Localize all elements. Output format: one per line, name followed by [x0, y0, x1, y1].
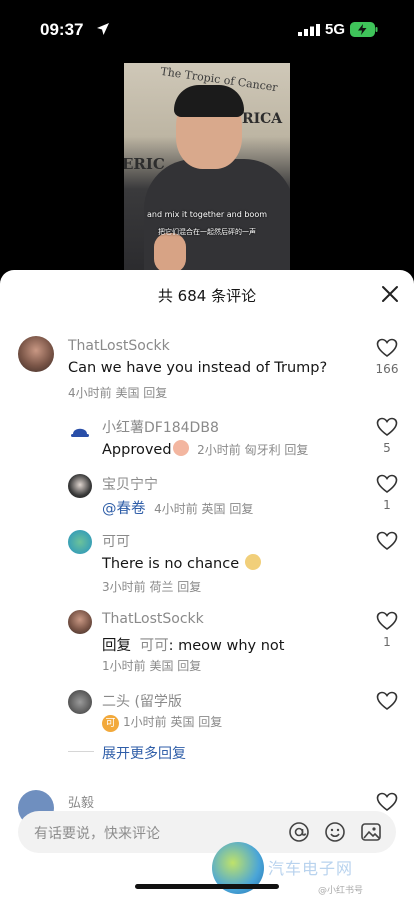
avatar[interactable] [68, 690, 92, 714]
like-count: 1 [383, 498, 391, 512]
heart-icon[interactable] [376, 691, 398, 711]
heart-icon[interactable] [376, 611, 398, 631]
comment-sheet: 共 684 条评论 ThatLostSockk Can we have you … [0, 270, 414, 898]
comment-author[interactable]: 可可 [102, 531, 130, 551]
comment-author[interactable]: 小红薯DF184DB8 [102, 417, 219, 437]
reply-prefix: 回复 [102, 638, 131, 654]
heart-icon[interactable] [376, 417, 398, 437]
comment-text[interactable]: There is no chance [102, 554, 262, 572]
status-bar: 09:37 5G [0, 0, 414, 60]
close-icon[interactable] [380, 284, 400, 304]
heart-icon[interactable] [376, 792, 398, 812]
comment-meta[interactable]: 1小时前 美国 回复 [102, 657, 201, 674]
comment-author[interactable]: 宝贝宁宁 [102, 474, 158, 494]
comment-input[interactable]: 有话要说，快来评论 [18, 811, 396, 853]
watermark-handle: @小红书号 [318, 886, 364, 896]
avatar[interactable] [18, 336, 54, 372]
avatar[interactable] [68, 418, 92, 442]
home-indicator[interactable] [135, 884, 279, 889]
comment-text[interactable]: Can we have you instead of Trump? [68, 360, 327, 376]
heart-icon[interactable] [376, 338, 398, 358]
battery-icon [350, 22, 378, 37]
divider [68, 751, 94, 752]
like-count: 5 [383, 441, 391, 455]
comment-author[interactable]: 弘毅 [68, 792, 94, 811]
emoji-icon [245, 554, 262, 570]
like-count: 1 [383, 635, 391, 649]
at-icon[interactable] [288, 821, 310, 843]
comment-text-content: Approved [102, 442, 172, 458]
heart-icon[interactable] [376, 474, 398, 494]
comment-meta[interactable]: 4小时前 英国 回复 [154, 502, 253, 516]
expand-more-replies-button[interactable]: 展开更多回复 [102, 743, 186, 763]
video-subtitle-zh: 把它们混合在一起然后砰的一声 [158, 228, 256, 236]
comment-text[interactable]: 可 1小时前 英国 回复 [102, 713, 222, 732]
comment-meta[interactable]: 1小时前 英国 回复 [123, 715, 222, 729]
signal-icon [298, 24, 320, 36]
avatar[interactable] [68, 530, 92, 554]
person-hair [174, 85, 244, 117]
avatar[interactable] [68, 474, 92, 498]
comment-meta[interactable]: 3小时前 荷兰 回复 [102, 578, 201, 595]
comment-text[interactable]: Approved 2小时前 匈牙利 回复 [102, 440, 308, 458]
video-subtitle-en: and mix it together and boom [146, 210, 268, 219]
reply-to-user[interactable]: 可可 [140, 638, 169, 654]
like-count: 166 [375, 362, 399, 376]
heart-icon[interactable] [376, 531, 398, 551]
emoji-icon [172, 440, 189, 456]
person-hand [154, 233, 186, 273]
hat-icon [71, 428, 89, 437]
mention-link[interactable]: @春卷 [102, 501, 146, 517]
emoji-icon[interactable] [324, 821, 346, 843]
comment-meta[interactable]: 4小时前 美国 回复 [68, 384, 167, 401]
comment-text[interactable]: @春卷 4小时前 英国 回复 [102, 497, 253, 518]
comment-text-content: There is no chance [102, 556, 240, 572]
avatar[interactable] [68, 610, 92, 634]
comment-text[interactable]: 回复 可可: meow why not [102, 634, 284, 655]
comment-count-title: 共 684 条评论 [157, 287, 257, 305]
comment-author[interactable]: ThatLostSockk [102, 611, 204, 627]
coin-badge-icon: 可 [102, 715, 119, 732]
image-icon[interactable] [360, 821, 382, 843]
watermark-text: 汽车电子网 [268, 859, 354, 878]
location-arrow-icon [97, 23, 109, 35]
status-time: 09:37 [40, 20, 84, 39]
reply-text: : meow why not [168, 638, 285, 654]
comment-author[interactable]: ThatLostSockk [68, 338, 170, 354]
network-type: 5G [325, 21, 346, 38]
map-text: ERIC [124, 155, 165, 173]
video-player[interactable]: The Tropic of Cancer FRICA ERIC and mix … [124, 63, 290, 273]
comment-input-placeholder: 有话要说，快来评论 [34, 826, 160, 842]
comment-meta[interactable]: 2小时前 匈牙利 回复 [197, 443, 308, 457]
comment-author[interactable]: 二头 (留学版 [102, 691, 182, 711]
